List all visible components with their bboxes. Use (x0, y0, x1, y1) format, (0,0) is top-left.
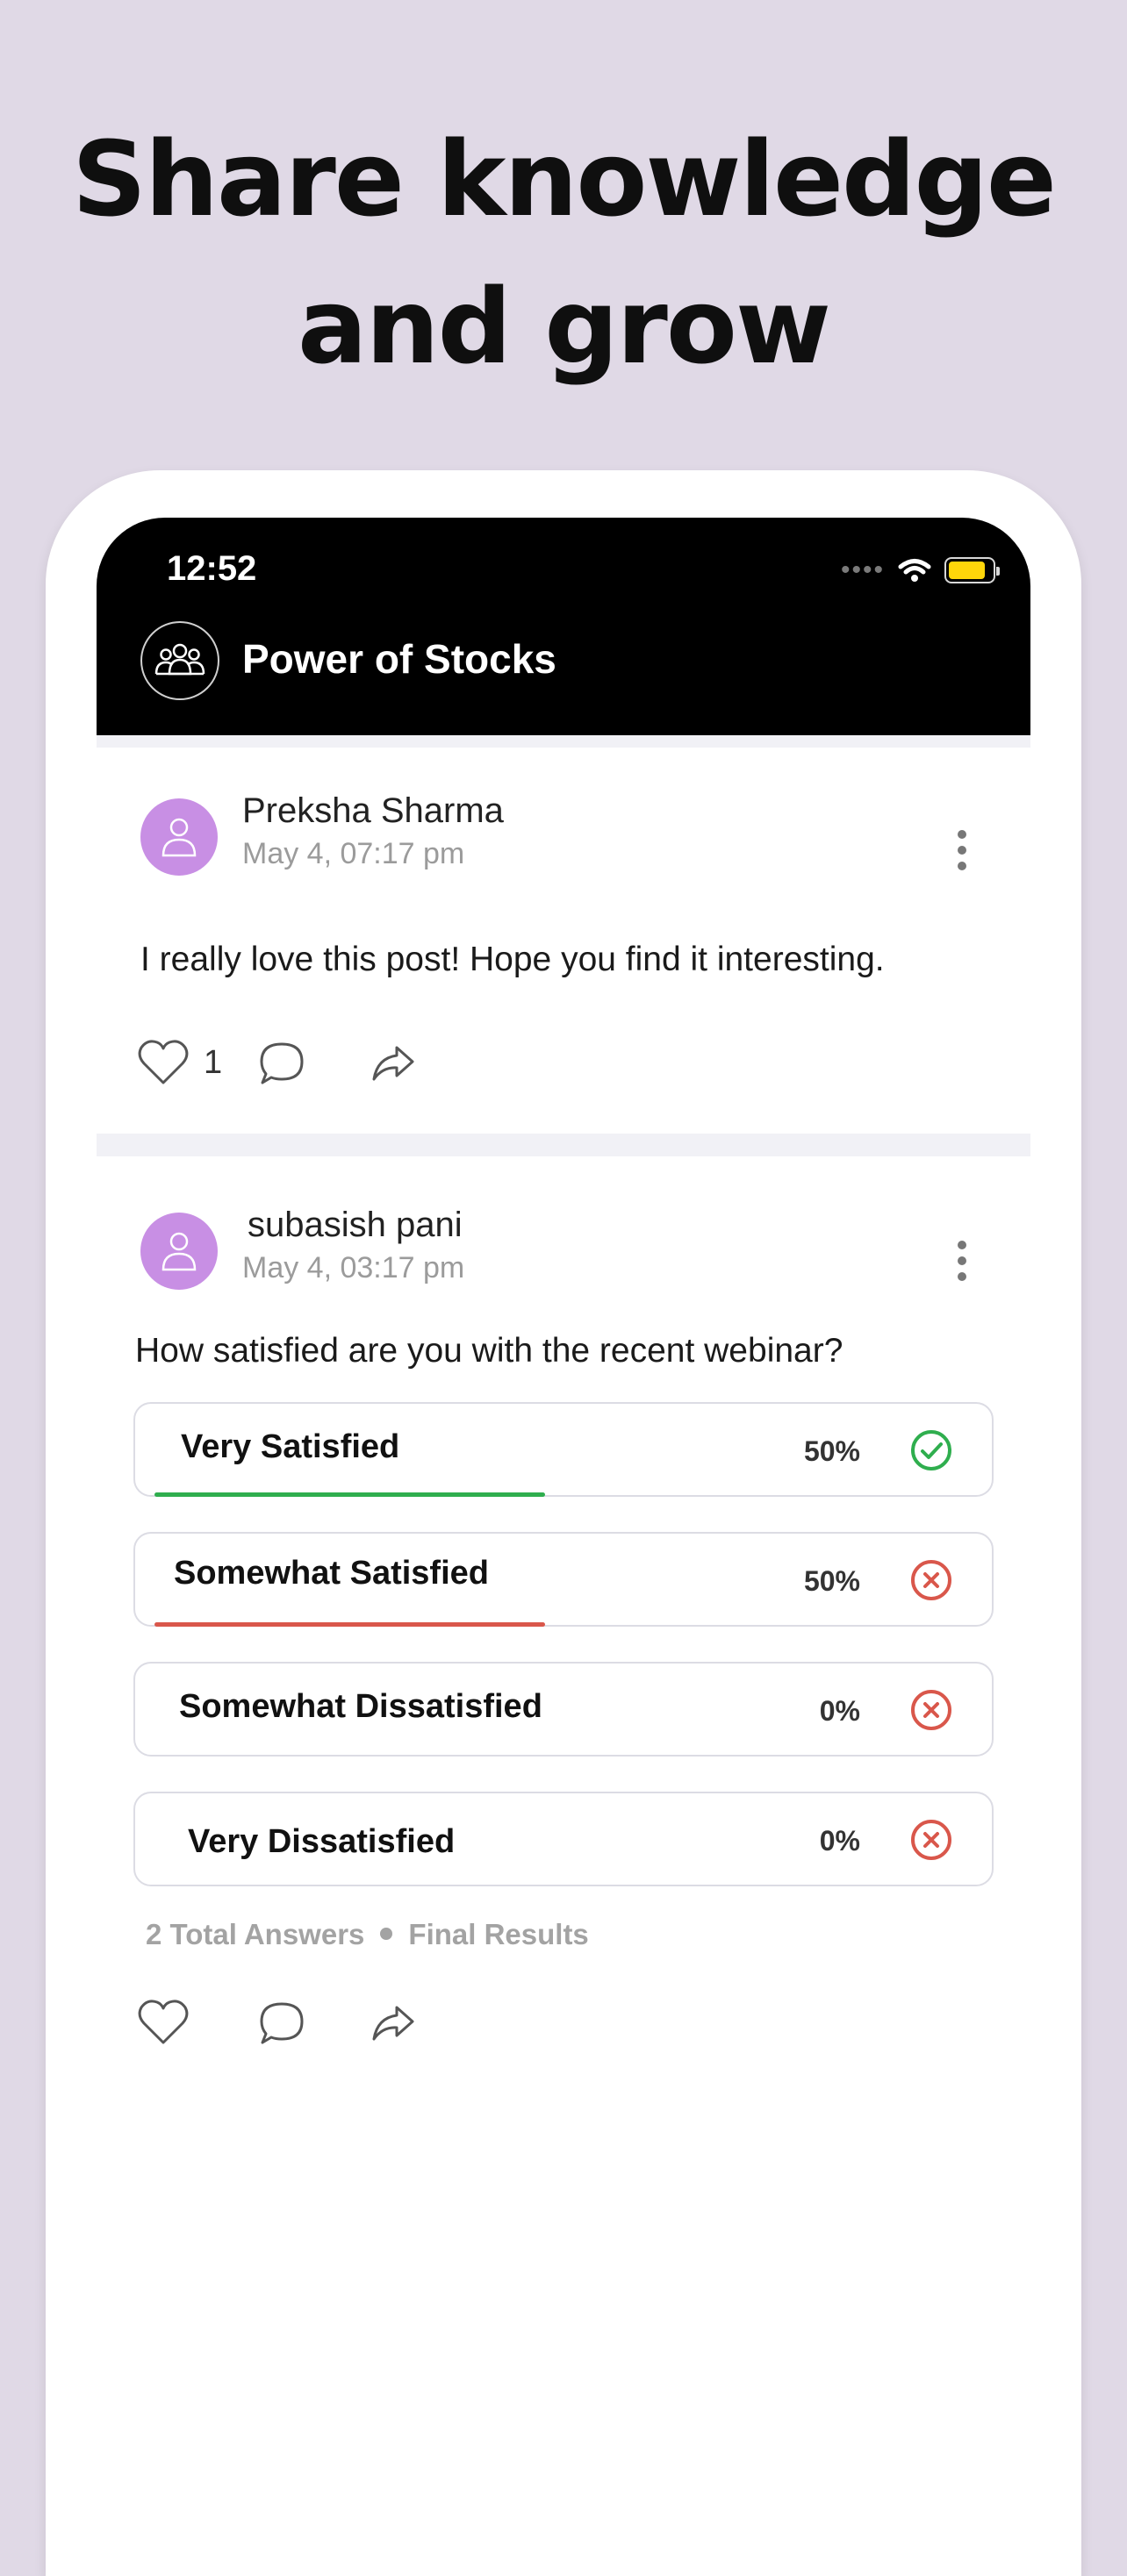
poll-option-bar (154, 1492, 545, 1497)
poll-option-label: Very Dissatisfied (188, 1823, 456, 1860)
x-circle-icon (911, 1820, 951, 1860)
comment-button[interactable] (258, 2000, 305, 2046)
post-text: I really love this post! Hope you find i… (140, 941, 885, 978)
heart-icon (138, 1040, 189, 1084)
user-icon (162, 818, 197, 857)
share-button[interactable] (370, 1042, 416, 1084)
poll-option[interactable]: Somewhat Satisfied 50% (133, 1532, 994, 1627)
poll-option-label: Very Satisfied (181, 1428, 400, 1465)
poll-question: How satisfied are you with the recent we… (135, 1332, 843, 1370)
poll-option-percent: 50% (803, 1435, 860, 1467)
user-icon (162, 1232, 197, 1271)
dot-separator (380, 1928, 393, 1941)
result-state: Final Results (408, 1918, 589, 1950)
top-bar: 12:52 •••• Power of Stocks (97, 518, 1030, 735)
comment-icon (260, 2002, 304, 2044)
poll-option-label: Somewhat Dissatisfied (179, 1688, 542, 1725)
divider (97, 1134, 1030, 1156)
x-circle-icon (911, 1690, 951, 1730)
poll-option-percent: 0% (819, 1695, 860, 1727)
check-circle-icon (911, 1430, 951, 1470)
headline-line-2: and grow (298, 266, 831, 387)
like-button[interactable]: 1 (137, 1039, 222, 1086)
signal-icon: •••• (840, 555, 885, 584)
poll-post-card: subasish pani May 4, 03:17 pm How satisf… (97, 1156, 1030, 2448)
avatar[interactable] (140, 798, 218, 876)
divider (97, 735, 1030, 748)
status-icons: •••• (840, 553, 1000, 588)
wifi-icon (898, 559, 931, 582)
x-circle-icon (911, 1560, 951, 1600)
status-time: 12:52 (167, 549, 257, 588)
group-icon[interactable] (140, 621, 219, 700)
group-title[interactable]: Power of Stocks (242, 635, 556, 683)
app-screen: 12:52 •••• Power of Stocks Preksha Sharm… (97, 518, 1030, 2448)
post-date: May 4, 03:17 pm (242, 1251, 465, 1284)
poll-option[interactable]: Somewhat Dissatisfied 0% (133, 1662, 994, 1757)
comment-button[interactable] (258, 1041, 305, 1086)
more-options-icon[interactable] (953, 830, 971, 870)
like-count: 1 (204, 1043, 223, 1081)
poll-meta: 2 Total Answers Final Results (146, 1918, 589, 1951)
more-options-icon[interactable] (953, 1241, 971, 1281)
post-date: May 4, 07:17 pm (242, 837, 465, 870)
like-button[interactable] (137, 1999, 190, 2046)
total-answers: 2 Total Answers (146, 1918, 365, 1950)
headline-line-1: Share knowledge (72, 118, 1057, 240)
heart-icon (138, 2000, 189, 2044)
comment-icon (260, 1042, 304, 1084)
poll-option-bar (154, 1622, 545, 1627)
share-button[interactable] (370, 2002, 416, 2044)
battery-icon (944, 557, 1000, 583)
poll-option-label: Somewhat Satisfied (174, 1555, 489, 1592)
poll-option[interactable]: Very Satisfied 50% (133, 1402, 994, 1497)
post-author[interactable]: Preksha Sharma (242, 791, 504, 831)
avatar[interactable] (140, 1213, 218, 1290)
post-author[interactable]: subasish pani (248, 1206, 463, 1245)
poll-option-percent: 0% (819, 1825, 860, 1857)
headline: Share knowledge and grow (0, 105, 1127, 400)
poll-option-percent: 50% (803, 1565, 860, 1597)
post-card: Preksha Sharma May 4, 07:17 pm I really … (97, 748, 1030, 1134)
poll-option[interactable]: Very Dissatisfied 0% (133, 1792, 994, 1886)
notch (353, 518, 799, 584)
share-icon (372, 2006, 414, 2041)
share-icon (372, 1046, 414, 1081)
